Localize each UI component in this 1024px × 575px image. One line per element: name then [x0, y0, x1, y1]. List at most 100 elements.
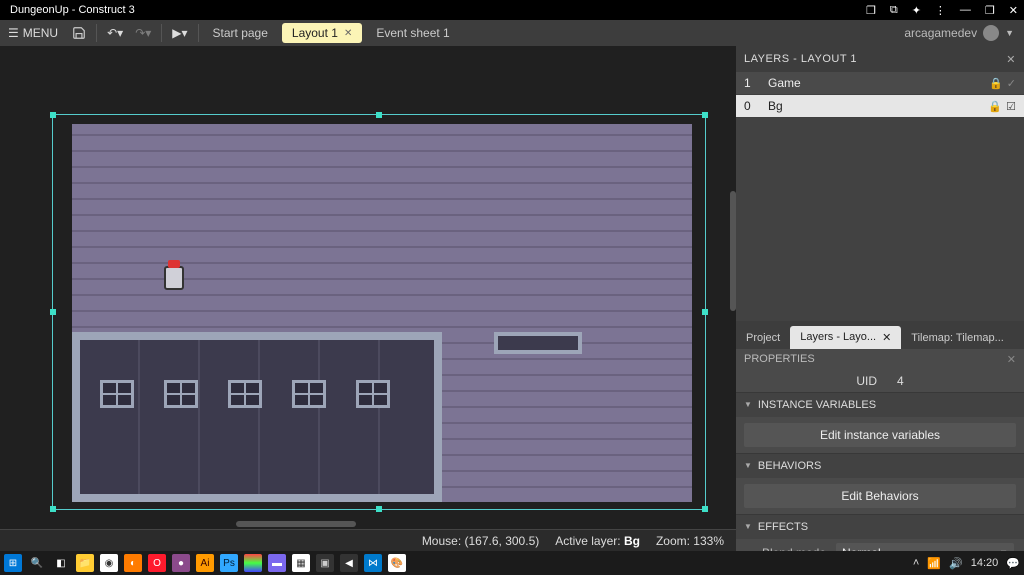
- zoom-value: 133%: [693, 534, 724, 548]
- document-tab[interactable]: Start page: [203, 23, 278, 43]
- zoom-label: Zoom:: [656, 534, 690, 548]
- opera-icon[interactable]: O: [148, 554, 166, 572]
- section-behaviors[interactable]: ▼BEHAVIORS: [736, 453, 1024, 478]
- edit-instance-variables-button[interactable]: Edit instance variables: [744, 423, 1016, 447]
- visibility-icon[interactable]: ✓: [1007, 77, 1016, 90]
- firefox-icon[interactable]: ◐: [124, 554, 142, 572]
- start-icon[interactable]: ⊞: [4, 554, 22, 572]
- paint-icon[interactable]: 🎨: [388, 554, 406, 572]
- lock-icon[interactable]: 🔒: [989, 77, 1003, 90]
- resize-handle[interactable]: [50, 506, 56, 512]
- properties-panel: PROPERTIES ✕ UID 4 ▼INSTANCE VARIABLES E…: [736, 349, 1024, 552]
- resize-handle[interactable]: [702, 112, 708, 118]
- vscode-icon[interactable]: ⋈: [364, 554, 382, 572]
- chrome-icon[interactable]: ◉: [100, 554, 118, 572]
- menu-button[interactable]: ☰ MENU: [0, 22, 66, 44]
- illustrator-icon[interactable]: Ai: [196, 554, 214, 572]
- layer-label: Active layer:: [555, 534, 620, 548]
- resize-handle[interactable]: [702, 309, 708, 315]
- toolbar: ☰ MENU ↶▾ ↷▾ ▶▾ Start pageLayout 1✕Event…: [0, 20, 1024, 46]
- layer-value: Bg: [624, 534, 640, 548]
- properties-title: PROPERTIES: [744, 353, 815, 365]
- section-instance-variables[interactable]: ▼INSTANCE VARIABLES: [736, 392, 1024, 417]
- blend-mode-select[interactable]: Normal ▼: [836, 543, 1014, 552]
- minimize-icon[interactable]: —: [960, 4, 971, 16]
- window-tile: [164, 380, 198, 408]
- horizontal-scrollbar[interactable]: [236, 521, 356, 527]
- side-tab[interactable]: Layers - Layo...✕: [790, 326, 901, 349]
- edit-behaviors-button[interactable]: Edit Behaviors: [744, 484, 1016, 508]
- maximize-icon[interactable]: ❐: [985, 4, 995, 17]
- redo-button[interactable]: ↷▾: [129, 23, 157, 43]
- tray-notifications-icon[interactable]: 💬: [1006, 557, 1020, 570]
- tray-volume-icon[interactable]: 🔊: [949, 557, 963, 570]
- layers-list: 1Game🔒✓0Bg🔒☑: [736, 72, 1024, 118]
- app-icon[interactable]: ▣: [316, 554, 334, 572]
- app-icon[interactable]: ●: [172, 554, 190, 572]
- chevron-down-icon: ▼: [1005, 28, 1014, 38]
- close-icon[interactable]: ✕: [1006, 53, 1016, 66]
- resize-handle[interactable]: [50, 309, 56, 315]
- side-tabs: ProjectLayers - Layo...✕Tilemap: Tilemap…: [736, 321, 1024, 349]
- resize-handle[interactable]: [376, 506, 382, 512]
- layout-editor[interactable]: Mouse: (167.6, 300.5) Active layer: Bg Z…: [0, 46, 736, 551]
- windows-taskbar[interactable]: ⊞ 🔍 ◧ 📁 ◉ ◐ O ● Ai Ps ▬ ▦ ▣ ◀ ⋈ 🎨 ˄ 📶 🔊 …: [0, 551, 1024, 575]
- app-icon[interactable]: ▬: [268, 554, 286, 572]
- side-tab[interactable]: Project: [736, 327, 790, 349]
- titlebar: DungeonUp - Construct 3 ❐ ⧉ ✦ ⋮ — ❐ ✕: [0, 0, 1024, 20]
- player-sprite[interactable]: [164, 266, 184, 290]
- resize-handle[interactable]: [376, 112, 382, 118]
- window-tile: [100, 380, 134, 408]
- resize-handle[interactable]: [702, 506, 708, 512]
- status-bar: Mouse: (167.6, 300.5) Active layer: Bg Z…: [0, 529, 736, 551]
- search-icon[interactable]: 🔍: [28, 554, 46, 572]
- user-name: arcagamedev: [904, 26, 977, 40]
- ledge-tile: [494, 332, 582, 354]
- undo-button[interactable]: ↶▾: [101, 23, 129, 43]
- photoshop-icon[interactable]: Ps: [220, 554, 238, 572]
- app-icon[interactable]: [244, 554, 262, 572]
- extension-icon[interactable]: ✦: [912, 4, 921, 17]
- document-tab[interactable]: Layout 1✕: [282, 23, 362, 43]
- section-effects[interactable]: ▼EFFECTS: [736, 514, 1024, 539]
- room-structure: [72, 332, 442, 502]
- window-tile: [356, 380, 390, 408]
- play-button[interactable]: ▶▾: [166, 23, 193, 43]
- close-icon[interactable]: ✕: [1009, 4, 1018, 17]
- tray-chevron-icon[interactable]: ˄: [913, 557, 919, 569]
- chevron-down-icon: ▼: [999, 548, 1008, 552]
- side-tab[interactable]: Tilemap: Tilemap...: [901, 327, 1014, 349]
- lock-icon[interactable]: 🔒: [988, 100, 1002, 113]
- uid-label: UID: [856, 374, 877, 388]
- mouse-label: Mouse:: [422, 534, 461, 548]
- layer-row[interactable]: 0Bg🔒☑: [736, 95, 1024, 118]
- explorer-icon[interactable]: 📁: [76, 554, 94, 572]
- clipboard-icon[interactable]: ❐: [866, 4, 876, 17]
- document-tab[interactable]: Event sheet 1: [366, 23, 459, 43]
- layers-panel-title: LAYERS - LAYOUT 1: [744, 53, 857, 65]
- app-icon[interactable]: ▦: [292, 554, 310, 572]
- task-view-icon[interactable]: ◧: [52, 554, 70, 572]
- close-icon[interactable]: ✕: [882, 331, 891, 344]
- menu-label: MENU: [23, 26, 58, 40]
- app-icon[interactable]: ◀: [340, 554, 358, 572]
- visibility-icon[interactable]: ☑: [1006, 100, 1016, 113]
- save-button[interactable]: [66, 23, 92, 43]
- hamburger-icon: ☰: [8, 26, 19, 40]
- layers-panel-header: LAYERS - LAYOUT 1 ✕: [736, 46, 1024, 72]
- window-title: DungeonUp - Construct 3: [6, 4, 135, 16]
- blend-mode-label: Blend mode: [746, 546, 826, 552]
- user-menu[interactable]: arcagamedev ▼: [894, 25, 1024, 41]
- close-icon[interactable]: ✕: [1007, 353, 1016, 366]
- close-icon[interactable]: ✕: [344, 28, 352, 39]
- more-icon[interactable]: ⋮: [935, 4, 946, 17]
- document-tabs: Start pageLayout 1✕Event sheet 1: [203, 23, 464, 43]
- layer-row[interactable]: 1Game🔒✓: [736, 72, 1024, 95]
- resize-handle[interactable]: [50, 112, 56, 118]
- tilemap-object[interactable]: [72, 124, 692, 502]
- tray-clock[interactable]: 14:20: [971, 557, 999, 569]
- vertical-scrollbar[interactable]: [730, 191, 736, 311]
- addon-icon[interactable]: ⧉: [890, 4, 898, 17]
- tray-network-icon[interactable]: 📶: [927, 557, 941, 570]
- avatar: [983, 25, 999, 41]
